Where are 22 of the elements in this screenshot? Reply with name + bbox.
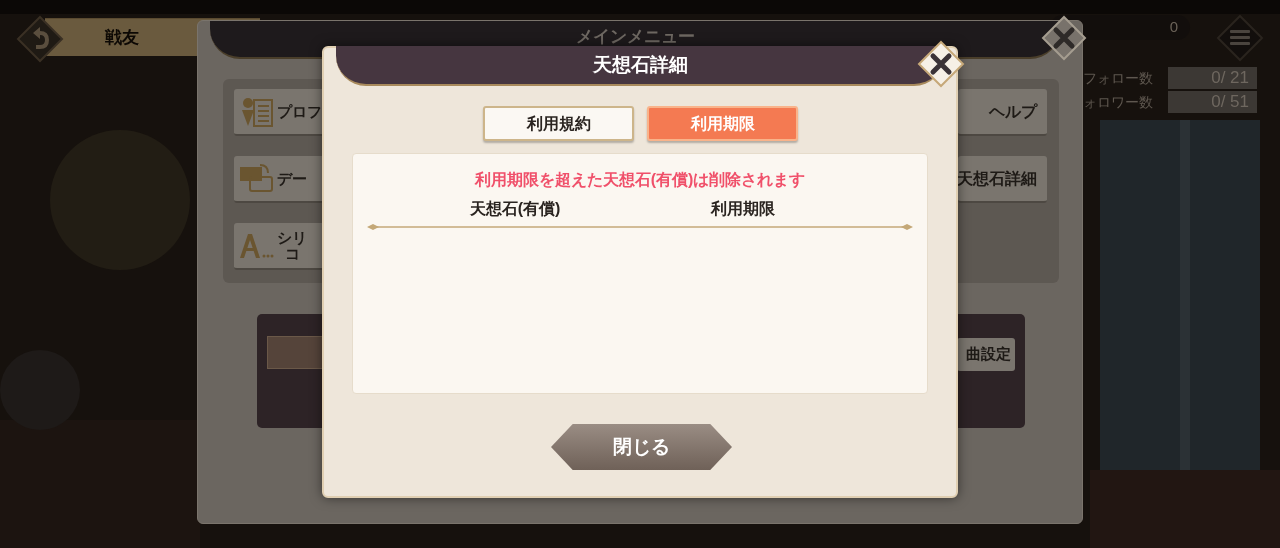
menu-title: メインメニュー	[575, 27, 695, 48]
button-label: プロフ	[277, 103, 322, 120]
stat-label: ォロワー数	[1083, 92, 1154, 112]
currency-count: 0	[1169, 17, 1178, 38]
menu-button[interactable]: ヘルプ	[958, 89, 1047, 136]
tab[interactable]: 利用規約	[483, 106, 634, 141]
column-header: 利用期限	[711, 199, 775, 219]
dialog-title: 天想石詳細	[592, 52, 688, 77]
tab[interactable]: 利用期限	[647, 106, 798, 141]
screen-title: 戦友	[105, 26, 139, 49]
menu-button[interactable]: 天想石詳細	[958, 156, 1047, 203]
notice-text: 利用期限を超えた天想石(有償)は削除されます	[474, 170, 806, 190]
close-icon[interactable]	[917, 40, 965, 88]
menu-button[interactable]: 曲設定	[957, 338, 1015, 371]
button-label: コ	[284, 245, 300, 262]
stat-label: フォロー数	[1083, 68, 1154, 88]
button-label: シリ	[277, 229, 307, 246]
back-icon[interactable]	[16, 15, 64, 63]
column-header: 天想石(有償)	[469, 199, 561, 219]
close-button[interactable]: 閉じる	[551, 424, 732, 470]
close-icon[interactable]	[1041, 15, 1087, 61]
button-label: デー	[277, 170, 307, 187]
